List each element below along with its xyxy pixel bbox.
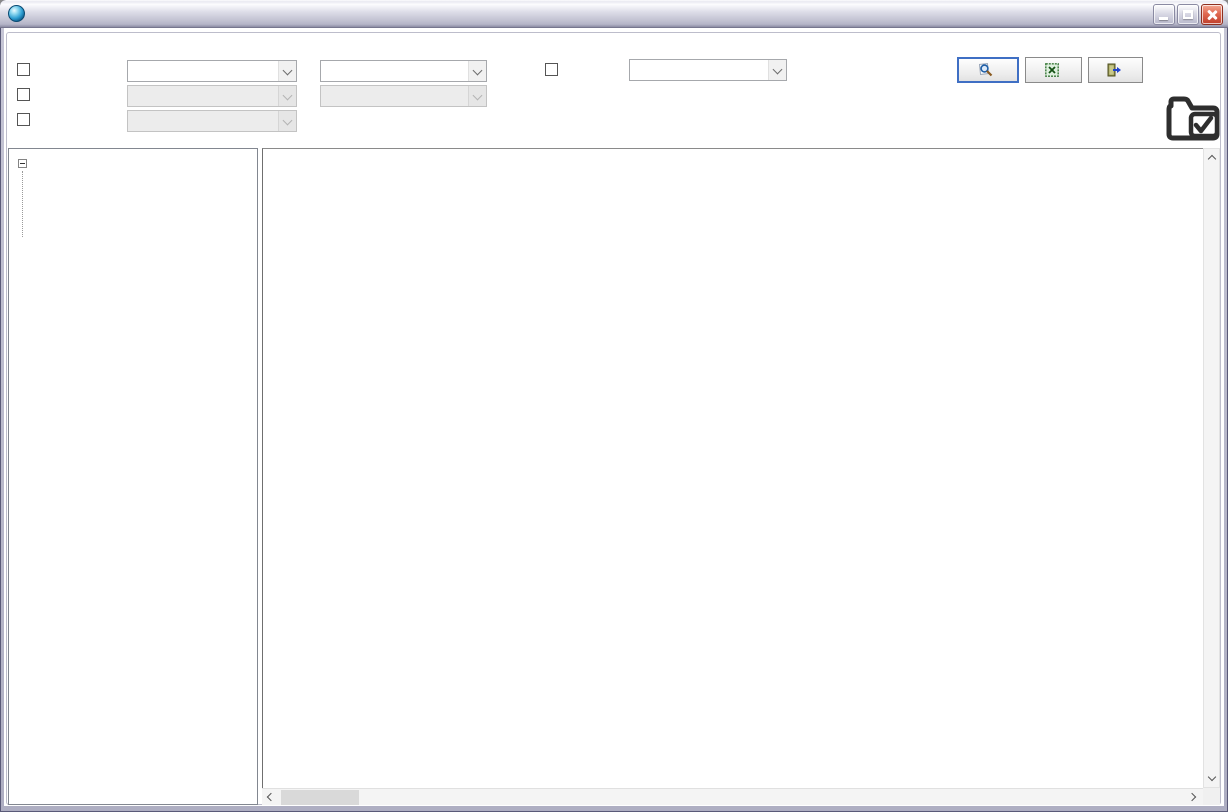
chevron-left-icon: [267, 792, 275, 800]
folder-check-logo-icon: [1164, 92, 1224, 144]
material-combobox[interactable]: [127, 110, 297, 132]
material-value: [128, 111, 278, 131]
chevron-down-icon[interactable]: [468, 61, 486, 81]
by-notice-checkbox[interactable]: [17, 88, 30, 101]
notice-from-value: [128, 86, 278, 106]
by-date-checkbox[interactable]: [17, 63, 30, 76]
search-icon: [979, 63, 993, 77]
vertical-scrollbar[interactable]: [1203, 148, 1220, 788]
scrollbar-corner: [1203, 788, 1220, 805]
status-value: [630, 60, 768, 80]
app-window: [0, 0, 1228, 812]
scroll-right-button[interactable]: [1186, 789, 1203, 806]
query-button[interactable]: [957, 57, 1019, 83]
minimize-icon: [1159, 17, 1168, 20]
date-to-value: [321, 61, 468, 81]
chevron-down-icon: [278, 86, 296, 106]
tree-collapse-icon[interactable]: [18, 159, 27, 168]
minimize-button[interactable]: [1153, 4, 1175, 25]
maximize-button[interactable]: [1177, 4, 1199, 25]
date-from-value: [128, 61, 278, 81]
scroll-up-button[interactable]: [1204, 149, 1221, 166]
chevron-down-icon: [1208, 773, 1216, 781]
notice-to-value: [321, 86, 468, 106]
chevron-right-icon: [1188, 793, 1196, 801]
excel-icon: [1045, 63, 1059, 77]
exit-door-icon: [1107, 63, 1121, 77]
title-bar: [0, 0, 1228, 28]
date-from-combobox[interactable]: [127, 60, 297, 82]
close-button[interactable]: [1201, 4, 1223, 25]
chevron-down-icon: [468, 86, 486, 106]
chevron-down-icon[interactable]: [768, 60, 786, 80]
by-material-checkbox[interactable]: [17, 113, 30, 126]
notice-to-combobox[interactable]: [320, 85, 487, 107]
close-form-button[interactable]: [1088, 57, 1143, 83]
tree-root-node[interactable]: [18, 154, 257, 173]
by-notice-filter: [17, 88, 35, 101]
by-status-filter: [545, 63, 563, 76]
export-button[interactable]: [1025, 57, 1082, 83]
by-date-filter: [17, 63, 35, 76]
by-material-filter: [17, 113, 35, 126]
horizontal-scrollbar[interactable]: [262, 788, 1203, 805]
status-combobox[interactable]: [629, 59, 787, 81]
date-to-combobox[interactable]: [320, 60, 487, 82]
chevron-down-icon[interactable]: [278, 61, 296, 81]
maximize-icon: [1183, 10, 1193, 19]
app-globe-icon: [8, 5, 25, 22]
chevron-up-icon: [1208, 155, 1216, 163]
scroll-left-button[interactable]: [262, 789, 279, 806]
by-status-checkbox[interactable]: [545, 63, 558, 76]
report-category-tree: [8, 148, 258, 805]
data-grid: [262, 148, 1203, 788]
horizontal-scroll-thumb[interactable]: [281, 790, 359, 805]
notice-from-combobox[interactable]: [127, 85, 297, 107]
close-icon: [1207, 10, 1217, 20]
chevron-down-icon: [278, 111, 296, 131]
scroll-down-button[interactable]: [1204, 770, 1221, 787]
